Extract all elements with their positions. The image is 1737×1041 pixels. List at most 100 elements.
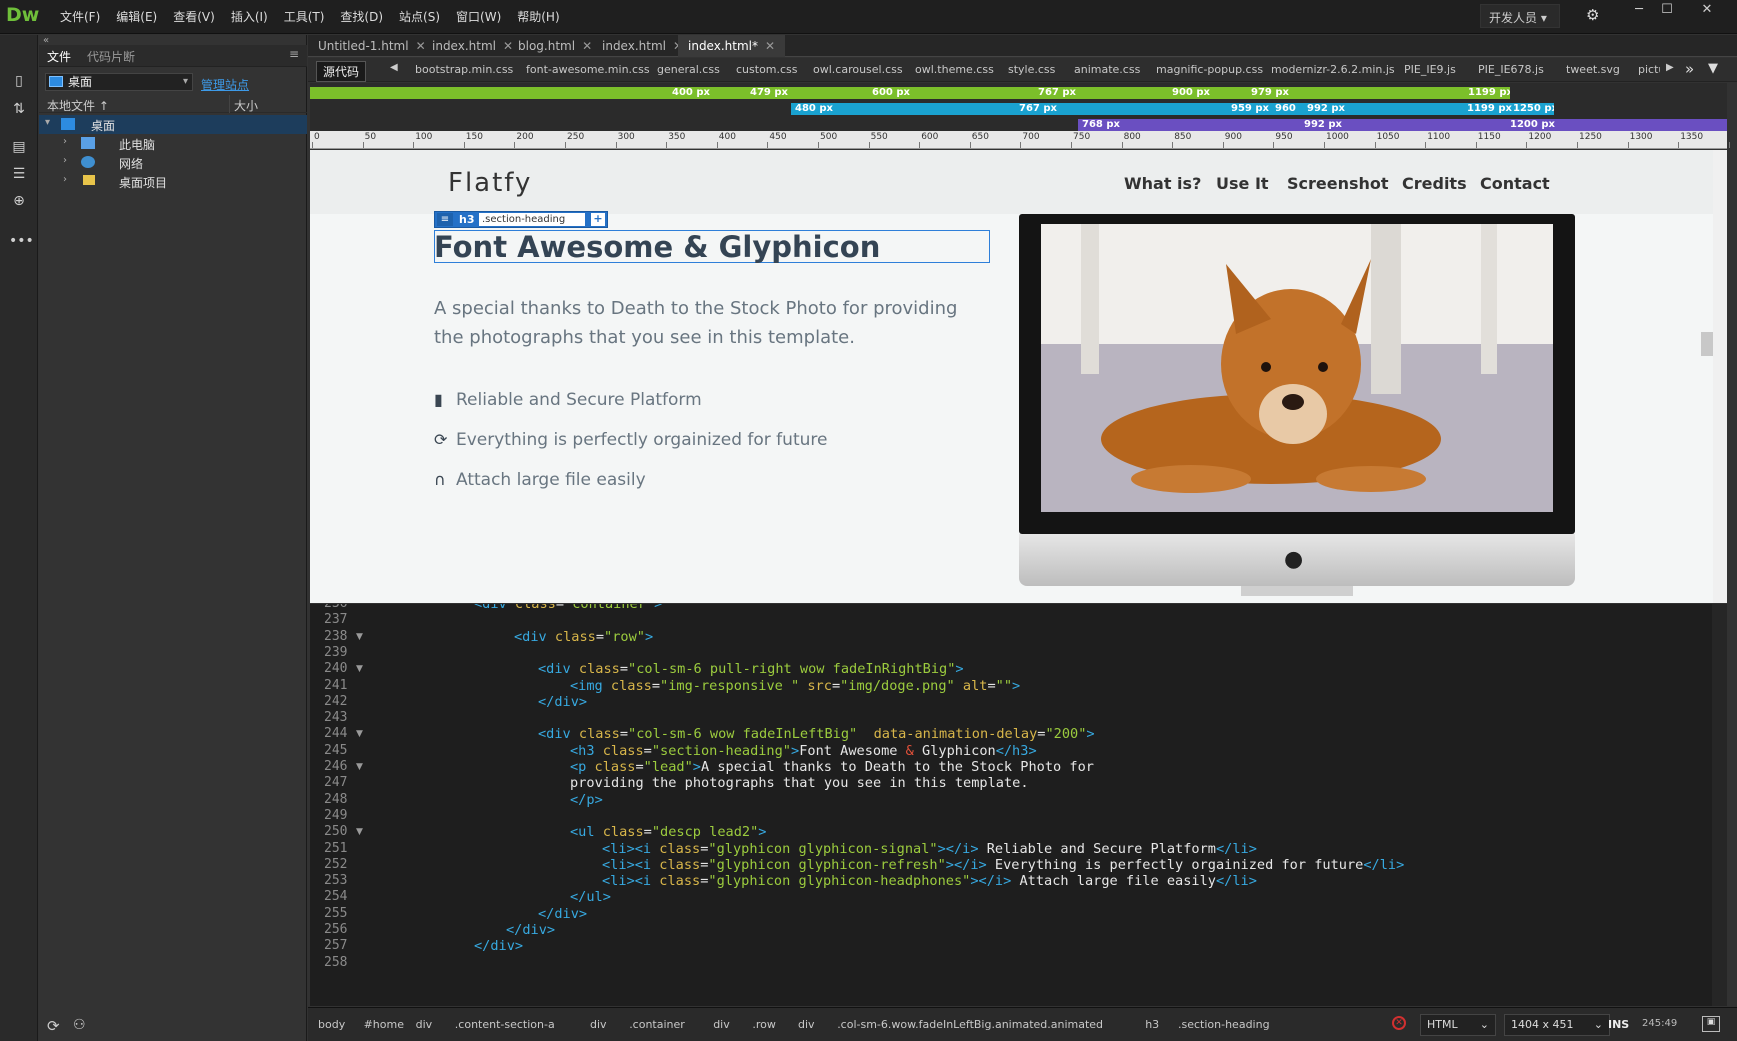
inspect-icon[interactable]: ⊕ — [9, 193, 29, 213]
monitor-image[interactable]: ● — [1019, 214, 1575, 596]
tab-snippets[interactable]: 代码片断 — [87, 48, 135, 65]
tag-crumb[interactable]: div — [590, 1018, 607, 1031]
mq-blue-bar[interactable]: 480 px 767 px 959 px 960 992 px 1199 px … — [791, 103, 1554, 115]
code-line[interactable]: <li><i class="glyphicon glyphicon-headph… — [602, 873, 1257, 889]
feature-item[interactable]: ∩ Attach large file easily — [434, 470, 646, 490]
tag-crumb[interactable]: div — [798, 1018, 815, 1031]
fold-toggle-icon[interactable]: ▼ — [356, 664, 363, 674]
nav-link-contact[interactable]: Contact — [1480, 174, 1550, 193]
code-scrollbar[interactable] — [1712, 604, 1727, 1006]
related-file[interactable]: pictu — [1638, 63, 1660, 76]
code-line[interactable]: <img class="img-responsive " src="img/do… — [570, 678, 1020, 694]
code-line[interactable]: </ul> — [570, 889, 611, 905]
doc-tab-active[interactable]: index.html* ✕ — [678, 35, 786, 57]
tree-item-computer[interactable]: › 此电脑 — [39, 134, 307, 153]
close-tab-icon[interactable]: ✕ — [582, 39, 592, 53]
menu-site[interactable]: 站点(S) — [391, 0, 448, 34]
live-view-scroll-thumb[interactable] — [1701, 332, 1713, 356]
insert-mode[interactable]: INS — [1608, 1018, 1629, 1031]
code-line[interactable]: <li><i class="glyphicon glyphicon-refres… — [602, 857, 1404, 873]
doc-tab[interactable]: blog.html ✕ — [508, 35, 602, 57]
related-file[interactable]: animate.css — [1074, 63, 1140, 76]
tag-crumb[interactable]: #home — [364, 1018, 404, 1031]
tree-item-desktop[interactable]: ▾ 桌面 — [39, 115, 307, 134]
tab-files[interactable]: 文件 — [47, 48, 71, 65]
related-file[interactable]: style.css — [1008, 63, 1055, 76]
hud-class-field[interactable]: .section-heading — [479, 213, 585, 226]
workspace-switcher[interactable]: 开发人员 ▾ — [1480, 4, 1560, 28]
source-code-button[interactable]: 源代码 — [316, 61, 367, 82]
code-line[interactable]: <div class="col-sm-6 pull-right wow fade… — [538, 661, 964, 677]
code-line[interactable]: <h3 class="section-heading">Font Awesome… — [570, 743, 1037, 759]
new-document-icon[interactable]: ▯ — [9, 73, 29, 93]
refresh-icon[interactable]: ⟳ — [47, 1017, 60, 1035]
fold-toggle-icon[interactable]: ▼ — [356, 729, 363, 739]
panel-menu-icon[interactable]: ≡ — [289, 47, 299, 61]
window-size-select[interactable]: 1404 x 451 ⌄ — [1504, 1014, 1610, 1036]
column-local-files[interactable]: 本地文件 ↑ — [47, 97, 109, 114]
tree-item-network[interactable]: › 网络 — [39, 153, 307, 172]
tree-item-desktop-projects[interactable]: › 桌面项目 — [39, 172, 307, 191]
menu-find[interactable]: 查找(D) — [332, 0, 391, 34]
doc-tab[interactable]: Untitled-1.html ✕ — [308, 35, 436, 57]
menu-edit[interactable]: 编辑(E) — [108, 0, 165, 34]
code-line[interactable]: <div class="row"> — [514, 629, 653, 645]
related-file[interactable]: owl.carousel.css — [813, 63, 903, 76]
manage-site-link[interactable]: 管理站点 — [201, 76, 249, 93]
menu-insert[interactable]: 插入(I) — [223, 0, 276, 34]
more-files-icon[interactable]: » — [1685, 60, 1694, 78]
tag-crumb[interactable]: .content-section-a — [455, 1018, 555, 1031]
menu-window[interactable]: 窗口(W) — [448, 0, 509, 34]
fold-toggle-icon[interactable]: ▼ — [356, 632, 363, 642]
related-file[interactable]: PIE_IE9.js — [1404, 63, 1456, 76]
chevron-right-icon[interactable]: › — [63, 174, 67, 185]
related-file[interactable]: modernizr-2.6.2.min.js — [1271, 63, 1395, 76]
nav-link-credits[interactable]: Credits — [1402, 174, 1467, 193]
minimize-icon[interactable]: ─ — [1628, 2, 1650, 24]
hud-menu-icon[interactable]: ≡ — [437, 213, 453, 226]
close-tab-icon[interactable]: ✕ — [765, 39, 775, 53]
tag-crumb[interactable]: div — [416, 1018, 433, 1031]
document-type-select[interactable]: HTML ⌄ — [1420, 1014, 1496, 1036]
code-line[interactable]: </div> — [474, 938, 523, 954]
close-icon[interactable]: ✕ — [1696, 2, 1718, 24]
code-view[interactable]: 236<div class="container">237238▼<div cl… — [310, 604, 1727, 1006]
feature-item[interactable]: ⟳ Everything is perfectly orgainized for … — [434, 430, 827, 450]
code-line[interactable]: </div> — [538, 906, 587, 922]
nav-link-screenshot[interactable]: Screenshot — [1287, 174, 1389, 193]
related-file[interactable]: owl.theme.css — [915, 63, 994, 76]
tag-crumb[interactable]: body — [318, 1018, 345, 1031]
code-line[interactable]: <ul class="descp lead2"> — [570, 824, 766, 840]
scroll-right-icon[interactable]: ▶ — [1666, 62, 1674, 73]
filter-icon[interactable]: ▼ — [1708, 61, 1718, 76]
section-heading[interactable]: Font Awesome & Glyphicon — [434, 230, 880, 264]
tag-crumb[interactable]: .section-heading — [1178, 1018, 1270, 1031]
chevron-right-icon[interactable]: › — [63, 155, 67, 166]
fold-toggle-icon[interactable]: ▼ — [356, 762, 363, 772]
fold-toggle-icon[interactable]: ▼ — [356, 827, 363, 837]
scroll-left-icon[interactable]: ◀ — [390, 62, 398, 73]
related-file[interactable]: magnific-popup.css — [1156, 63, 1263, 76]
column-size[interactable]: 大小 — [234, 97, 258, 114]
feature-item[interactable]: ▮ Reliable and Secure Platform — [434, 390, 702, 410]
related-file[interactable]: bootstrap.min.css — [415, 63, 513, 76]
column-divider[interactable] — [229, 95, 230, 113]
properties-icon[interactable]: ▤ — [9, 139, 29, 159]
code-line[interactable]: providing the photographs that you see i… — [570, 775, 1029, 791]
code-line[interactable]: <li><i class="glyphicon glyphicon-signal… — [602, 841, 1257, 857]
maximize-icon[interactable]: ☐ — [1656, 2, 1678, 24]
code-line[interactable]: </div> — [506, 922, 555, 938]
code-line[interactable]: <div class="container"> — [474, 604, 662, 612]
connect-icon[interactable]: ⚇ — [73, 1017, 86, 1033]
related-file[interactable]: font-awesome.min.css — [526, 63, 650, 76]
tag-crumb[interactable]: div — [713, 1018, 730, 1031]
code-line[interactable]: <p class="lead">A special thanks to Deat… — [570, 759, 1094, 775]
related-file[interactable]: general.css — [657, 63, 720, 76]
more-tools-icon[interactable]: ••• — [9, 233, 34, 253]
lead-paragraph[interactable]: A special thanks to Death to the Stock P… — [434, 294, 974, 352]
preview-icon[interactable]: ▣ — [1702, 1016, 1720, 1032]
file-transfer-icon[interactable]: ⇅ — [9, 101, 29, 121]
menu-view[interactable]: 查看(V) — [165, 0, 223, 34]
related-file[interactable]: PIE_IE678.js — [1478, 63, 1544, 76]
sync-settings-icon[interactable]: ⚙ — [1586, 6, 1610, 28]
